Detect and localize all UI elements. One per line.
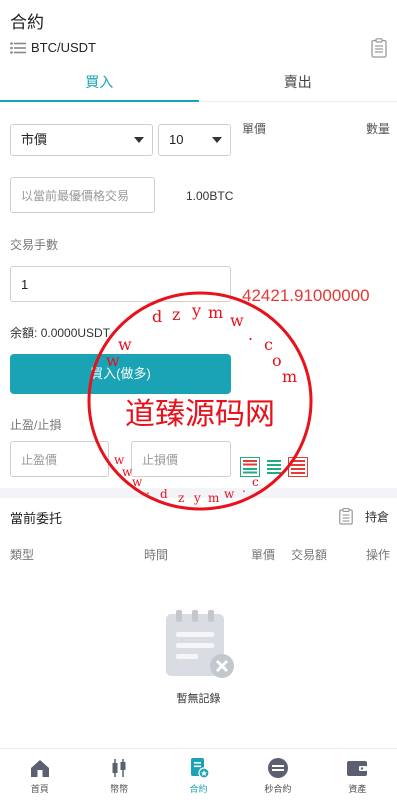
orderbook-sell-icon[interactable] bbox=[288, 457, 308, 482]
nav-assets[interactable]: 資產 bbox=[318, 749, 397, 802]
page-title: 合約 bbox=[10, 13, 44, 32]
balance-value: 0.0000USDT bbox=[40, 326, 111, 340]
contract-icon bbox=[190, 758, 210, 779]
watermark-letter: z bbox=[172, 305, 180, 324]
current-orders-title: 當前委托 bbox=[10, 511, 63, 526]
tp-sl-label: 止盈/止損 bbox=[10, 418, 62, 432]
watermark-letter: d bbox=[152, 307, 162, 326]
clipboard-icon bbox=[339, 508, 353, 525]
price-input[interactable]: 以當前最優價格交易 bbox=[10, 177, 155, 213]
tab-sell[interactable]: 賣出 bbox=[199, 64, 397, 101]
column-header-price: 單價 bbox=[251, 548, 276, 562]
home-icon bbox=[30, 760, 49, 777]
tp-placeholder: 止盈價 bbox=[21, 452, 58, 467]
orderbook-view-toggle bbox=[240, 457, 312, 482]
watermark-letter: w bbox=[230, 311, 244, 330]
tab-buy[interactable]: 買入 bbox=[0, 64, 199, 102]
orderbook-both-icon[interactable] bbox=[240, 457, 260, 482]
candlestick-icon bbox=[112, 759, 126, 777]
order-type-value: 市價 bbox=[21, 132, 48, 147]
clipboard-icon[interactable] bbox=[371, 38, 387, 58]
nav-spot-label: 幣幣 bbox=[110, 784, 129, 794]
empty-records-text: 暫無記錄 bbox=[176, 693, 221, 705]
pair-selector[interactable]: BTC/USDT bbox=[10, 40, 96, 55]
quantity-column-header: 數量 bbox=[366, 122, 391, 136]
bottom-nav: 首頁 幣幣 合約 秒合約 資產 bbox=[0, 748, 397, 802]
trade-tabs: 買入 賣出 bbox=[0, 64, 397, 102]
nav-assets-label: 資產 bbox=[348, 784, 367, 794]
watermark-letter: w bbox=[132, 475, 143, 489]
nav-home[interactable]: 首頁 bbox=[0, 749, 79, 802]
watermark-letter: m bbox=[282, 367, 297, 386]
watermark-text: 道臻源码网 bbox=[125, 397, 275, 432]
price-column-header: 單價 bbox=[242, 122, 267, 136]
watermark-letter: m bbox=[208, 303, 223, 322]
column-header-type: 類型 bbox=[10, 548, 35, 562]
balance-row: 余額: 0.0000USDT bbox=[10, 324, 110, 341]
nav-spot[interactable]: 幣幣 bbox=[79, 749, 158, 802]
leverage-value: 10 bbox=[169, 132, 184, 147]
column-header-amount: 交易額 bbox=[291, 548, 328, 562]
section-divider bbox=[0, 488, 397, 498]
watermark-letter: c bbox=[264, 335, 273, 354]
watermark-letter: w bbox=[118, 335, 132, 354]
watermark-letter: o bbox=[272, 351, 282, 370]
lots-input[interactable]: 1 bbox=[10, 266, 231, 302]
nav-contract[interactable]: 合約 bbox=[159, 749, 238, 802]
nav-seconds-contract-label: 秒合約 bbox=[264, 784, 292, 794]
column-header-time: 時間 bbox=[144, 548, 169, 562]
column-header-action: 操作 bbox=[366, 548, 391, 562]
order-type-select[interactable]: 市價 bbox=[10, 124, 153, 156]
nav-home-label: 首頁 bbox=[30, 784, 49, 794]
take-profit-input[interactable]: 止盈價 bbox=[10, 441, 109, 477]
orderbook-buy-icon[interactable] bbox=[264, 457, 284, 482]
seconds-contract-icon bbox=[267, 758, 288, 778]
pair-label: BTC/USDT bbox=[31, 40, 96, 55]
holdings-link[interactable]: 持倉 bbox=[339, 508, 389, 525]
empty-records-icon bbox=[166, 610, 234, 678]
list-icon bbox=[10, 41, 26, 54]
leverage-select[interactable]: 10 bbox=[158, 124, 231, 156]
watermark-letter: . bbox=[248, 325, 253, 344]
watermark-letter: w bbox=[114, 453, 125, 467]
last-price: 42421.91000000 bbox=[242, 286, 370, 305]
chevron-down-icon bbox=[212, 137, 222, 143]
sl-placeholder: 止損價 bbox=[142, 452, 179, 467]
wallet-icon bbox=[347, 761, 368, 776]
watermark-letter: y bbox=[191, 301, 201, 320]
nav-seconds-contract[interactable]: 秒合約 bbox=[238, 749, 317, 802]
lots-label: 交易手數 bbox=[10, 238, 59, 252]
lots-value: 1 bbox=[21, 276, 29, 292]
amount-display: 1.00BTC bbox=[186, 189, 234, 203]
price-placeholder: 以當前最優價格交易 bbox=[21, 188, 130, 203]
balance-label: 余額: bbox=[10, 326, 38, 340]
buy-long-button[interactable]: 買入(做多) bbox=[10, 354, 231, 394]
stop-loss-input[interactable]: 止損價 bbox=[131, 441, 231, 477]
nav-contract-label: 合約 bbox=[189, 784, 208, 794]
holdings-label: 持倉 bbox=[364, 510, 389, 524]
chevron-down-icon bbox=[134, 137, 144, 143]
